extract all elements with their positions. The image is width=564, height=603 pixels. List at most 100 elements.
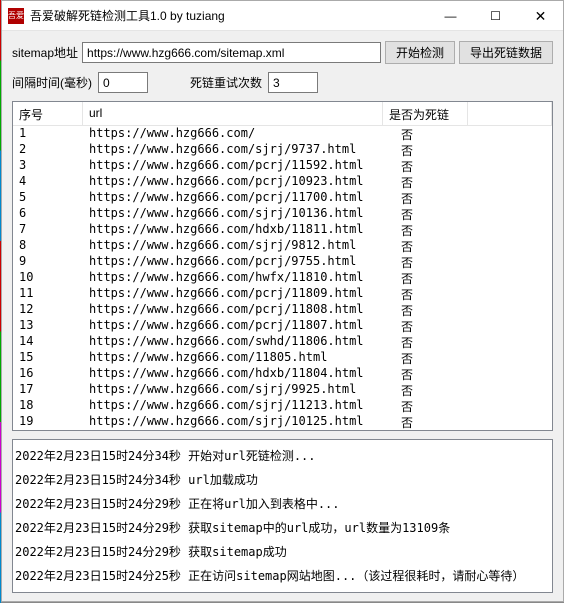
cell-index: 1 (13, 126, 83, 142)
cell-dead: 否 (383, 366, 468, 382)
app-icon: 吾爱 (8, 8, 24, 24)
log-line: 2022年2月23日15时24分29秒 获取sitemap中的url成功，url… (15, 516, 550, 540)
cell-dead: 否 (383, 286, 468, 302)
cell-index: 7 (13, 222, 83, 238)
maximize-button[interactable]: ☐ (473, 1, 518, 31)
table-row[interactable]: 19https://www.hzg666.com/sjrj/10125.html… (13, 414, 552, 430)
cell-index: 17 (13, 382, 83, 398)
cell-url: https://www.hzg666.com/ (83, 126, 383, 142)
retry-label: 死链重试次数 (190, 74, 262, 91)
sitemap-label: sitemap地址 (12, 44, 78, 61)
table-row[interactable]: 4https://www.hzg666.com/pcrj/10923.html否 (13, 174, 552, 190)
table-row[interactable]: 14https://www.hzg666.com/swhd/11806.html… (13, 334, 552, 350)
table-row[interactable]: 8https://www.hzg666.com/sjrj/9812.html否 (13, 238, 552, 254)
log-line: 2022年2月23日15时24分29秒 获取sitemap成功 (15, 540, 550, 564)
cell-dead: 否 (383, 270, 468, 286)
content-area: sitemap地址 开始检测 导出死链数据 间隔时间(毫秒) 死链重试次数 序号… (2, 31, 563, 601)
cell-index: 19 (13, 414, 83, 430)
log-line: 2022年2月23日15时24分34秒 url加载成功 (15, 468, 550, 492)
table-row[interactable]: 6https://www.hzg666.com/sjrj/10136.html否 (13, 206, 552, 222)
cell-dead: 否 (383, 350, 468, 366)
cell-url: https://www.hzg666.com/swhd/11806.html (83, 334, 383, 350)
interval-input[interactable] (98, 72, 148, 93)
table-row[interactable]: 7https://www.hzg666.com/hdxb/11811.html否 (13, 222, 552, 238)
cell-index: 11 (13, 286, 83, 302)
sitemap-row: sitemap地址 开始检测 导出死链数据 (12, 41, 553, 64)
cell-url: https://www.hzg666.com/sjrj/9925.html (83, 382, 383, 398)
cell-dead: 否 (383, 318, 468, 334)
cell-dead: 否 (383, 398, 468, 414)
window-title: 吾爱破解死链检测工具1.0 by tuziang (30, 7, 428, 24)
window-controls: — ☐ ✕ (428, 1, 563, 30)
log-line: 2022年2月23日15时24分29秒 正在将url加入到表格中... (15, 492, 550, 516)
results-table: 序号 url 是否为死链 1https://www.hzg666.com/否2h… (12, 101, 553, 431)
cell-dead: 否 (383, 222, 468, 238)
cell-url: https://www.hzg666.com/hdxb/11811.html (83, 222, 383, 238)
retry-input[interactable] (268, 72, 318, 93)
cell-index: 3 (13, 158, 83, 174)
window: 吾爱 吾爱破解死链检测工具1.0 by tuziang — ☐ ✕ sitema… (1, 0, 564, 602)
cell-index: 5 (13, 190, 83, 206)
cell-index: 6 (13, 206, 83, 222)
table-row[interactable]: 3https://www.hzg666.com/pcrj/11592.html否 (13, 158, 552, 174)
cell-dead: 否 (383, 206, 468, 222)
sitemap-url-input[interactable] (82, 42, 381, 63)
table-row[interactable]: 16https://www.hzg666.com/hdxb/11804.html… (13, 366, 552, 382)
cell-index: 4 (13, 174, 83, 190)
th-index[interactable]: 序号 (13, 102, 83, 125)
cell-index: 2 (13, 142, 83, 158)
cell-dead: 否 (383, 158, 468, 174)
cell-dead: 否 (383, 334, 468, 350)
minimize-button[interactable]: — (428, 1, 473, 31)
table-row[interactable]: 2https://www.hzg666.com/sjrj/9737.html否 (13, 142, 552, 158)
cell-url: https://www.hzg666.com/pcrj/11808.html (83, 302, 383, 318)
table-row[interactable]: 17https://www.hzg666.com/sjrj/9925.html否 (13, 382, 552, 398)
cell-dead: 否 (383, 174, 468, 190)
table-row[interactable]: 5https://www.hzg666.com/pcrj/11700.html否 (13, 190, 552, 206)
table-row[interactable]: 13https://www.hzg666.com/pcrj/11807.html… (13, 318, 552, 334)
cell-dead: 否 (383, 302, 468, 318)
cell-dead: 否 (383, 142, 468, 158)
cell-url: https://www.hzg666.com/pcrj/9755.html (83, 254, 383, 270)
cell-url: https://www.hzg666.com/sjrj/9737.html (83, 142, 383, 158)
cell-index: 13 (13, 318, 83, 334)
table-row[interactable]: 11https://www.hzg666.com/pcrj/11809.html… (13, 286, 552, 302)
cell-url: https://www.hzg666.com/11805.html (83, 350, 383, 366)
table-row[interactable]: 10https://www.hzg666.com/hwfx/11810.html… (13, 270, 552, 286)
cell-dead: 否 (383, 238, 468, 254)
cell-url: https://www.hzg666.com/pcrj/11809.html (83, 286, 383, 302)
table-body[interactable]: 1https://www.hzg666.com/否2https://www.hz… (13, 126, 552, 431)
log-panel[interactable]: 2022年2月23日15时24分34秒 开始对url死链检测...2022年2月… (12, 439, 553, 593)
cell-url: https://www.hzg666.com/sjrj/10125.html (83, 414, 383, 430)
cell-url: https://www.hzg666.com/hwfx/11810.html (83, 270, 383, 286)
interval-label: 间隔时间(毫秒) (12, 74, 92, 91)
table-row[interactable]: 9https://www.hzg666.com/pcrj/9755.html否 (13, 254, 552, 270)
cell-index: 12 (13, 302, 83, 318)
log-line: 2022年2月23日15时24分25秒 正在访问sitemap网站地图...（该… (15, 564, 550, 588)
export-button[interactable]: 导出死链数据 (459, 41, 553, 64)
cell-url: https://www.hzg666.com/pcrj/10923.html (83, 174, 383, 190)
log-line: 2022年2月23日15时24分34秒 开始对url死链检测... (15, 444, 550, 468)
cell-url: https://www.hzg666.com/sjrj/11213.html (83, 398, 383, 414)
th-url[interactable]: url (83, 102, 383, 125)
th-spacer (468, 102, 552, 125)
table-row[interactable]: 18https://www.hzg666.com/sjrj/11213.html… (13, 398, 552, 414)
close-button[interactable]: ✕ (518, 1, 563, 31)
titlebar: 吾爱 吾爱破解死链检测工具1.0 by tuziang — ☐ ✕ (2, 1, 563, 31)
cell-url: https://www.hzg666.com/hdxb/11804.html (83, 366, 383, 382)
cell-dead: 否 (383, 414, 468, 430)
cell-url: https://www.hzg666.com/pcrj/11592.html (83, 158, 383, 174)
cell-index: 15 (13, 350, 83, 366)
decor-stripe (0, 0, 1, 603)
cell-index: 16 (13, 366, 83, 382)
cell-dead: 否 (383, 382, 468, 398)
cell-dead: 否 (383, 126, 468, 142)
cell-dead: 否 (383, 254, 468, 270)
table-header: 序号 url 是否为死链 (13, 102, 552, 126)
table-row[interactable]: 1https://www.hzg666.com/否 (13, 126, 552, 142)
table-row[interactable]: 12https://www.hzg666.com/pcrj/11808.html… (13, 302, 552, 318)
start-check-button[interactable]: 开始检测 (385, 41, 455, 64)
cell-url: https://www.hzg666.com/pcrj/11700.html (83, 190, 383, 206)
th-dead[interactable]: 是否为死链 (383, 102, 468, 125)
table-row[interactable]: 15https://www.hzg666.com/11805.html否 (13, 350, 552, 366)
